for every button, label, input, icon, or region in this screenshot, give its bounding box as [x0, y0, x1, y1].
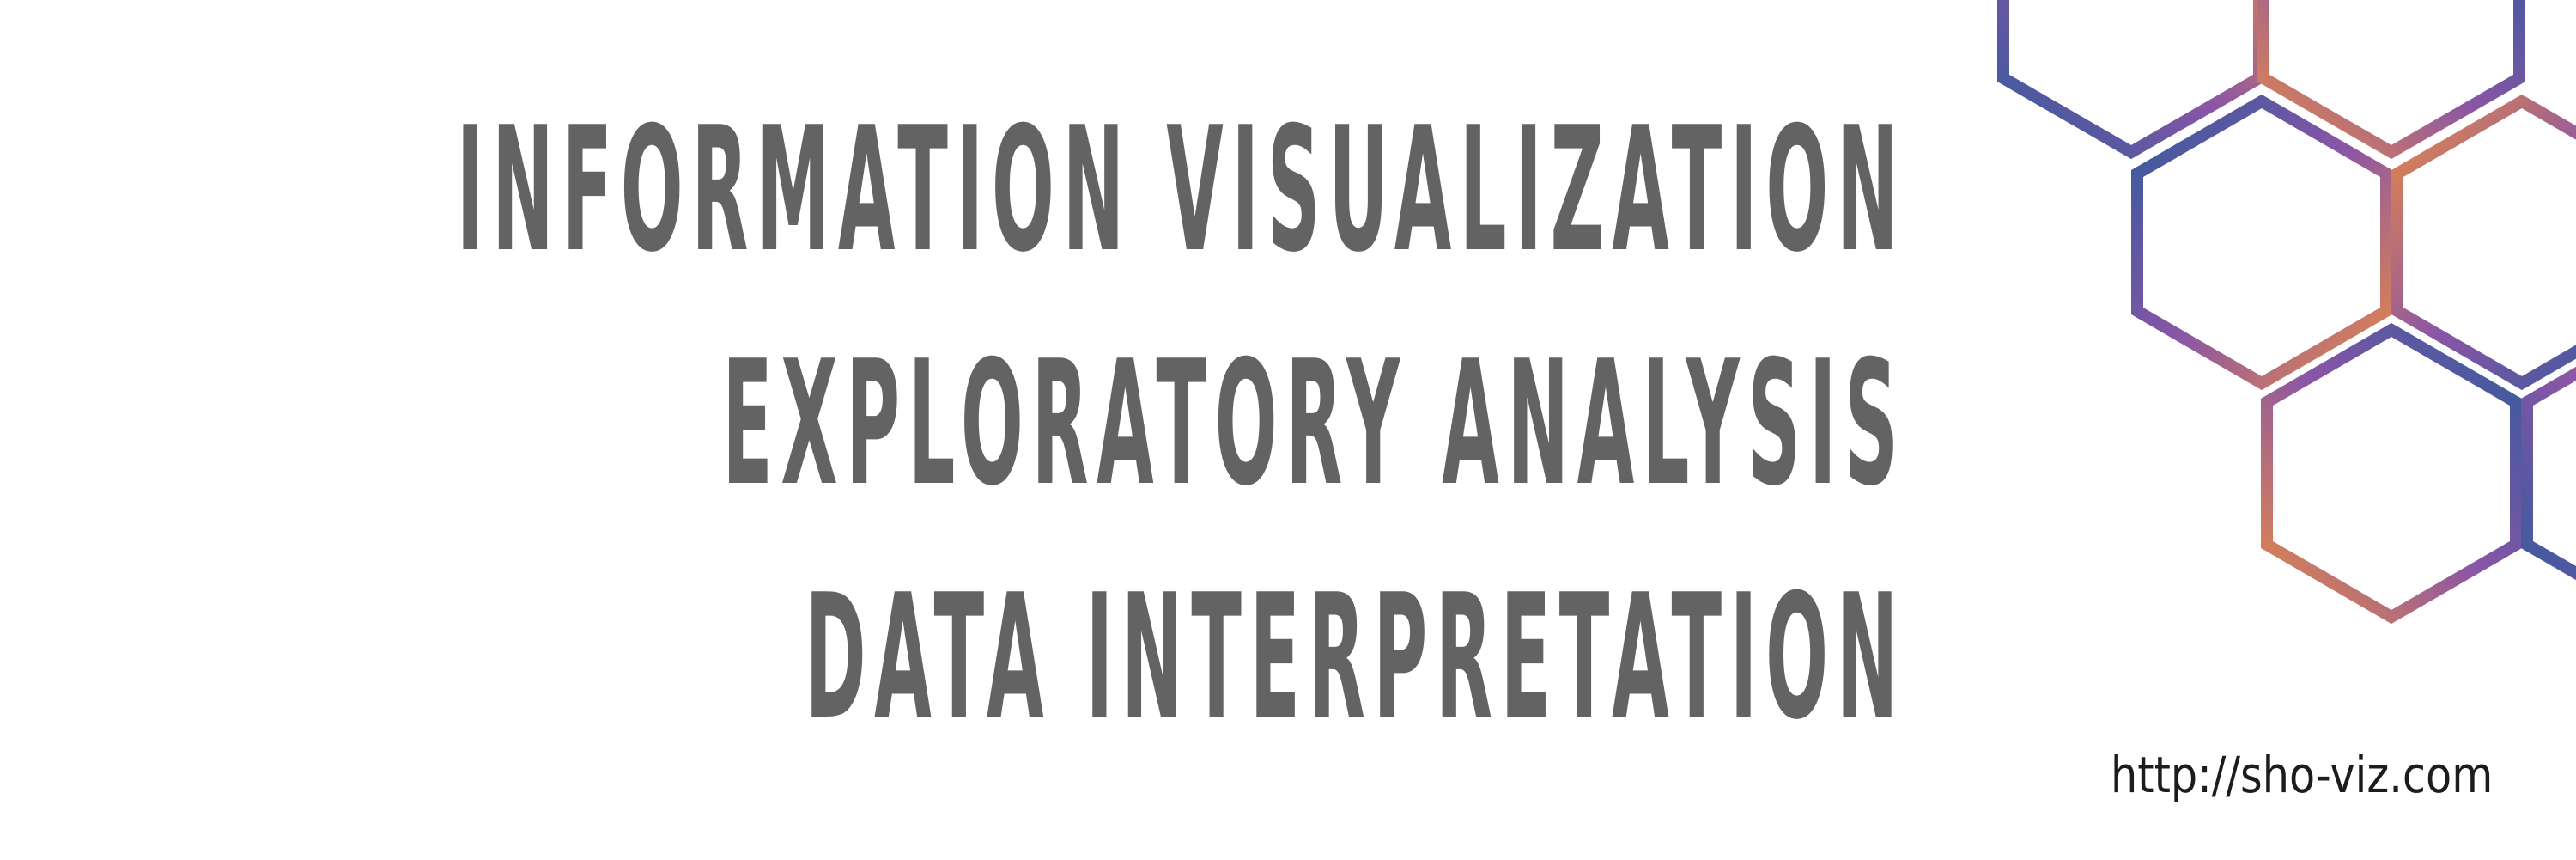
hexagon-shape: [2261, 322, 2522, 625]
headline-exploratory-analysis: EXPLORATORY ANALYSIS: [722, 324, 1906, 524]
hexagon-shape: [2391, 94, 2576, 391]
headline-data-interpretation: DATA INTERPRETATION: [805, 558, 1906, 758]
hexagon-shape: [2131, 94, 2392, 391]
hexagon-pattern-icon: [1997, 0, 2576, 625]
website-link[interactable]: http://sho-viz.com: [2111, 746, 2493, 804]
headline-information-visualization: INFORMATION VISUALIZATION: [456, 90, 1906, 290]
